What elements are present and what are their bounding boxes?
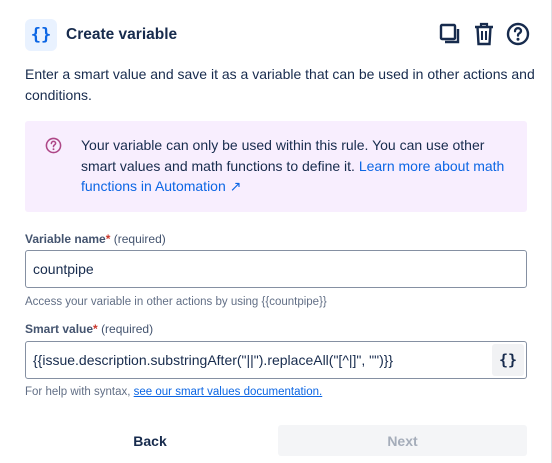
panel-header: {} Create variable xyxy=(25,18,531,52)
smart-value-helper-text: For help with syntax, xyxy=(25,386,134,398)
variable-name-label-text: Variable name xyxy=(25,232,106,246)
info-panel: Your variable can only be used within th… xyxy=(25,121,527,212)
curly-braces-icon: {} xyxy=(25,19,57,51)
back-button[interactable]: Back xyxy=(25,425,275,456)
trash-icon xyxy=(475,22,493,46)
insert-smart-value-button[interactable]: {} xyxy=(492,344,524,376)
smart-values-docs-link[interactable]: see our smart values documentation. xyxy=(134,386,323,398)
smart-value-input[interactable]: {{issue.description.substringAfter("||")… xyxy=(26,352,492,368)
required-text: (required) xyxy=(101,322,154,336)
smart-value-helper: For help with syntax, see our smart valu… xyxy=(25,386,322,398)
variable-name-input[interactable] xyxy=(26,251,526,287)
header-actions xyxy=(437,20,531,50)
duplicate-button[interactable] xyxy=(437,20,463,48)
panel-description: Enter a smart value and save it as a var… xyxy=(25,66,535,103)
smart-value-field[interactable]: {{issue.description.substringAfter("||")… xyxy=(25,341,527,379)
smart-value-label-text: Smart value xyxy=(25,322,94,336)
info-text: Your variable can only be used within th… xyxy=(81,135,521,197)
required-mark: * xyxy=(93,322,98,336)
question-circle-icon xyxy=(45,137,62,154)
required-mark: * xyxy=(105,232,111,246)
panel-title: Create variable xyxy=(66,26,178,43)
duplicate-icon xyxy=(439,23,460,44)
required-text: (required) xyxy=(113,232,166,246)
curly-braces-icon: {} xyxy=(498,351,518,369)
help-icon xyxy=(506,22,530,46)
help-button[interactable] xyxy=(505,20,531,48)
next-button[interactable]: Next xyxy=(278,425,527,456)
variable-name-field[interactable] xyxy=(25,250,527,288)
smart-value-label: Smart value* (required) xyxy=(25,322,153,336)
create-variable-panel: {} Create variable Enter a smart value a… xyxy=(0,0,552,463)
variable-name-label: Variable name* (required) xyxy=(25,232,166,246)
variable-name-helper: Access your variable in other actions by… xyxy=(25,296,327,308)
delete-button[interactable] xyxy=(471,20,497,48)
